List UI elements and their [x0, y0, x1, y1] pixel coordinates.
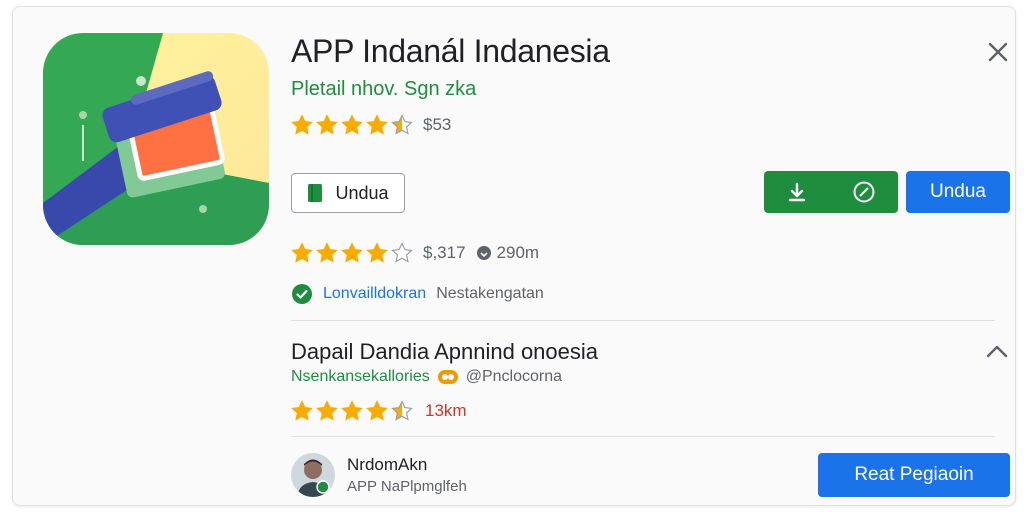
developer-row: Nsenkansekallories @Pnclocorna	[291, 368, 562, 386]
downloads-value: 290m	[496, 243, 540, 262]
read-more-label: Reat Pegiaoin	[854, 464, 974, 485]
section-rating-value: 13km	[425, 401, 467, 420]
download-count-icon	[476, 246, 491, 260]
star-icon	[316, 114, 338, 135]
download-button-label: Undua	[930, 181, 986, 202]
star-rating	[291, 400, 413, 422]
developer-name[interactable]: Nsenkansekallories	[291, 368, 430, 386]
star-icon	[391, 114, 413, 135]
star-icon	[291, 242, 313, 263]
install-actions-button[interactable]	[764, 171, 898, 213]
star-icon	[366, 114, 388, 135]
rating-value: $53	[423, 115, 452, 134]
chevron-up-icon	[986, 345, 1008, 358]
star-icon	[391, 400, 413, 421]
app-card: APP Indanál Indanesia Pletail nhov. Sgn …	[12, 6, 1016, 506]
collapse-button[interactable]	[983, 339, 1011, 363]
download-icon	[788, 182, 806, 202]
verified-sub: Nestakengatan	[436, 285, 544, 302]
app-title: APP Indanál Indanesia	[291, 33, 610, 69]
star-rating	[291, 242, 413, 264]
close-icon	[988, 42, 1008, 62]
downloads: 290m	[476, 243, 540, 263]
star-icon	[316, 242, 338, 263]
user-subtitle: APP NaPlpmglfeh	[347, 478, 467, 495]
read-more-button[interactable]: Reat Pegiaoin	[818, 453, 1010, 497]
verified-row: Lonvailldokran Nestakengatan	[291, 283, 544, 305]
star-icon	[291, 400, 313, 421]
user-name: NrdomAkn	[347, 455, 428, 474]
star-icon	[341, 242, 363, 263]
star-icon	[341, 114, 363, 135]
section-title: Dapail Dandia Apnnind onoesia	[291, 339, 599, 364]
close-button[interactable]	[981, 35, 1015, 69]
verified-link[interactable]: Lonvailldokran	[323, 285, 426, 303]
stats-rating-value: $,317	[423, 243, 466, 262]
verified-check-icon	[292, 284, 312, 304]
check-circle-icon	[853, 181, 875, 203]
app-subtitle: Pletail nhov. Sgn zka	[291, 78, 477, 100]
book-icon	[308, 184, 323, 202]
star-icon	[291, 114, 313, 135]
star-icon	[316, 400, 338, 421]
app-stats: $,317 290m	[291, 242, 539, 264]
star-icon	[391, 242, 413, 263]
app-rating: $53	[291, 114, 451, 136]
star-rating	[291, 114, 413, 136]
download-button[interactable]: Undua	[906, 171, 1010, 213]
section-rating: 13km	[291, 400, 467, 422]
divider	[291, 436, 995, 437]
star-icon	[341, 400, 363, 421]
app-logo-icon	[43, 33, 269, 245]
divider	[291, 320, 995, 321]
avatar[interactable]	[291, 453, 335, 497]
star-icon	[366, 400, 388, 421]
developer-badge-text: @Pnclocorna	[465, 368, 563, 385]
star-icon	[366, 242, 388, 263]
outline-download-button[interactable]: Undua	[291, 173, 405, 213]
outline-download-label: Undua	[335, 182, 389, 203]
badge-icon	[437, 370, 458, 384]
